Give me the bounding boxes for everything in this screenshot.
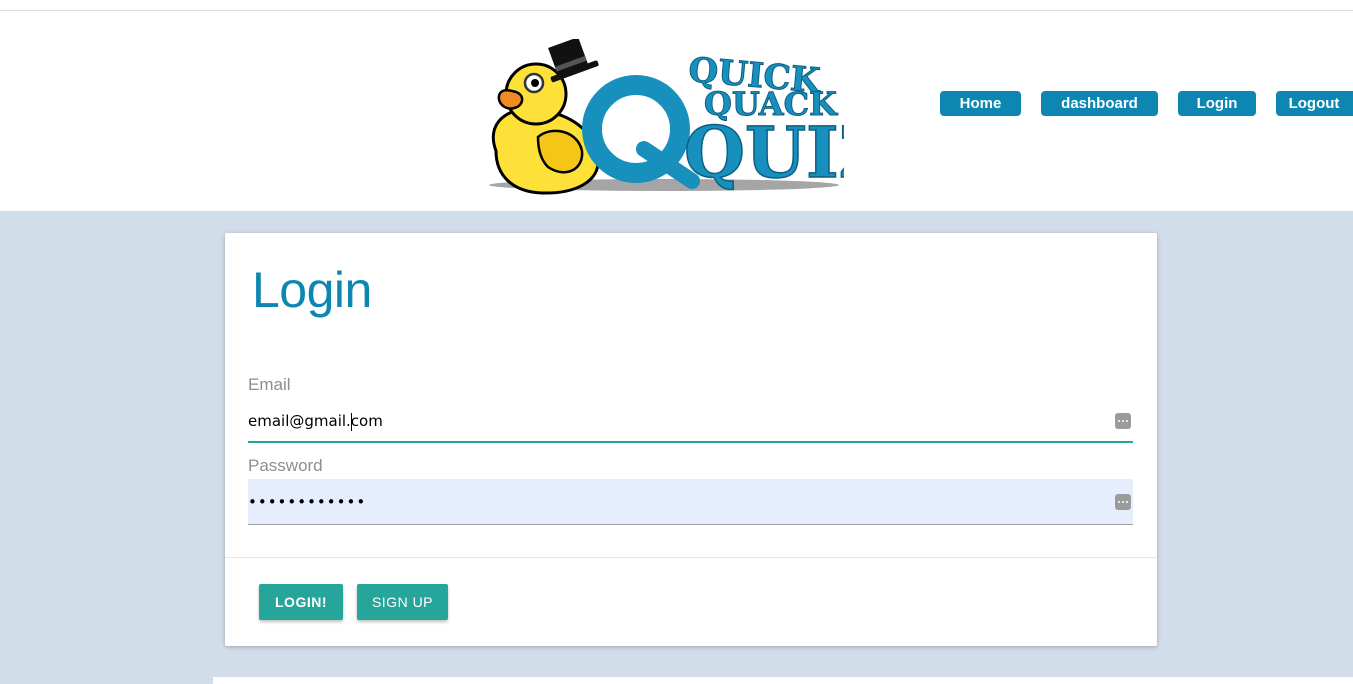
login-card: Login Email email@gmail.com Password •••…: [225, 233, 1157, 646]
login-submit-button[interactable]: LOGIN!: [259, 584, 343, 620]
top-border: [0, 0, 1353, 11]
email-label: Email: [248, 375, 291, 394]
nav-login-button[interactable]: Login: [1178, 91, 1256, 116]
password-manager-key-icon[interactable]: [1115, 413, 1131, 429]
password-label: Password: [248, 456, 323, 475]
email-value: email@gmail.com: [248, 412, 383, 430]
password-masked-value: ••••••••••••: [248, 493, 367, 511]
logo-text-quiz: QUIZ: [684, 111, 844, 194]
text-cursor: [351, 413, 352, 431]
sign-up-button[interactable]: SIGN UP: [357, 584, 448, 620]
duck-logo-graphic: QUICK QUACK QUIZ: [489, 37, 891, 195]
page-title: Login: [252, 262, 372, 318]
nav-home-button[interactable]: Home: [940, 91, 1021, 116]
quick-quack-quiz-logo[interactable]: QUICK QUACK QUIZ: [484, 37, 891, 204]
password-field[interactable]: ••••••••••••: [248, 479, 1133, 525]
footer-strip: [213, 677, 1353, 684]
nav-dashboard-button[interactable]: dashboard: [1041, 91, 1158, 116]
password-manager-key-icon[interactable]: [1115, 494, 1131, 510]
email-field[interactable]: email@gmail.com: [248, 401, 1133, 443]
site-header: QUICK QUACK QUIZ Home dashboard Login Lo…: [0, 11, 1353, 211]
card-action-divider: [225, 557, 1157, 558]
nav-logout-button[interactable]: Logout: [1276, 91, 1353, 116]
